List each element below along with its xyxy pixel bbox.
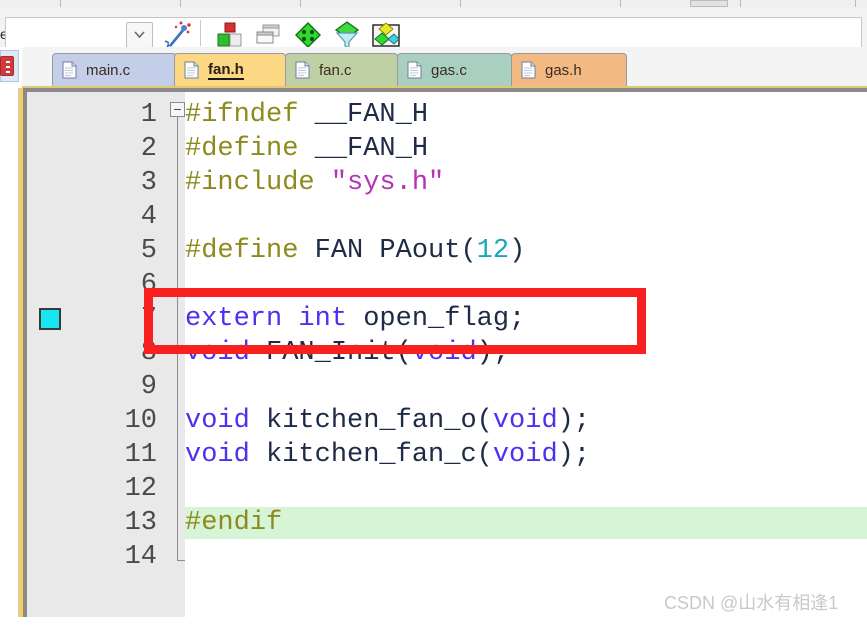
code-line[interactable]: void kitchen_fan_o(void); xyxy=(185,404,590,438)
line-number: 4 xyxy=(140,202,157,232)
editor-tab-label: gas.c xyxy=(431,61,467,79)
line-number-column: 1 2 3 4 5 6 7 8 9 10 11 12 13 14 xyxy=(61,92,165,625)
code-token-pre: #include xyxy=(185,168,331,198)
code-line[interactable]: #endif xyxy=(185,506,282,540)
code-token-id: __FAN_H xyxy=(314,134,429,164)
code-token-kw: void xyxy=(492,406,558,436)
line-number: 14 xyxy=(124,542,157,572)
code-token-punct: ( xyxy=(476,406,493,436)
editor-tab-label: gas.h xyxy=(545,61,582,79)
editor-tab-label: fan.h xyxy=(208,60,244,80)
code-line[interactable]: #define __FAN_H xyxy=(185,132,428,166)
editor-tab-fan-c[interactable]: fan.c xyxy=(285,53,398,86)
editor-gutter: 1 2 3 4 5 6 7 8 9 10 11 12 13 14 xyxy=(27,92,185,625)
code-token-str: "sys.h" xyxy=(330,168,445,198)
code-line[interactable]: #ifndef __FAN_H xyxy=(185,98,428,132)
file-icon xyxy=(184,61,199,79)
code-token-punct: ) xyxy=(509,236,526,266)
code-token-kw: void xyxy=(492,440,558,470)
editor-tab-bar: main.c fan.h fan.c gas.c gas.h xyxy=(22,47,867,92)
bottom-edge-fill xyxy=(0,617,867,625)
line-number: 10 xyxy=(124,406,157,436)
left-rail-panel xyxy=(0,88,19,625)
code-token-kw: void xyxy=(185,440,267,470)
editor-tab-gas-h[interactable]: gas.h xyxy=(511,53,627,86)
chevron-down-icon[interactable] xyxy=(126,22,153,48)
code-token-kw: void xyxy=(185,406,267,436)
code-line[interactable]: #define FAN PAout(12) xyxy=(185,234,525,268)
code-token-id: kitchen_fan_c xyxy=(266,440,477,470)
code-token-id: FAN PAout xyxy=(314,236,461,266)
code-token-num: 12 xyxy=(476,236,510,266)
line-number: 1 xyxy=(140,100,157,130)
code-line[interactable]: #include "sys.h" xyxy=(185,166,444,200)
code-token-pre: #define xyxy=(185,236,315,266)
editor-tab-gas-c[interactable]: gas.c xyxy=(397,53,512,86)
code-text-area[interactable]: #ifndef __FAN_H #define __FAN_H #include "… xyxy=(185,92,867,625)
bookmark-marker-icon[interactable] xyxy=(39,308,61,330)
toolbar: e xyxy=(0,8,867,54)
code-token-pre: #endif xyxy=(185,508,283,538)
code-token-punct: ); xyxy=(557,440,591,470)
editor-tab-label: fan.c xyxy=(319,61,352,79)
code-token-pre: #ifndef xyxy=(185,100,315,130)
code-editor: 1 2 3 4 5 6 7 8 9 10 11 12 13 14 #ifndef __FAN_H #defi… xyxy=(19,88,867,625)
editor-tab-main-c[interactable]: main.c xyxy=(52,53,177,86)
line-number: 9 xyxy=(140,372,157,402)
line-number: 13 xyxy=(124,508,157,538)
editor-tab-label: main.c xyxy=(86,61,131,79)
file-icon xyxy=(521,61,536,79)
file-icon xyxy=(407,61,422,79)
current-line-highlight xyxy=(185,507,867,539)
code-token-punct: ( xyxy=(460,236,477,266)
fold-end-bracket xyxy=(177,560,185,561)
top-ruler-strip xyxy=(0,0,867,8)
line-number: 5 xyxy=(140,236,157,266)
code-line[interactable]: void kitchen_fan_c(void); xyxy=(185,438,590,472)
code-token-id: __FAN_H xyxy=(314,100,429,130)
line-number: 12 xyxy=(124,474,157,504)
breakpoint-marker-column[interactable] xyxy=(27,92,61,625)
file-icon xyxy=(62,61,77,79)
code-token-punct: ( xyxy=(476,440,493,470)
line-number: 3 xyxy=(140,168,157,198)
line-number: 2 xyxy=(140,134,157,164)
file-icon xyxy=(295,61,310,79)
editor-tab-fan-h[interactable]: fan.h xyxy=(174,53,286,86)
code-token-pre: #define xyxy=(185,134,315,164)
fold-collapse-icon[interactable] xyxy=(170,102,185,117)
code-token-id: kitchen_fan_o xyxy=(266,406,477,436)
stop-icon[interactable] xyxy=(0,56,14,76)
toolbar-separator xyxy=(200,20,201,46)
line-number: 11 xyxy=(124,440,157,470)
watermark-text: CSDN @山水有相逢1 xyxy=(664,593,839,613)
red-highlight-rectangle xyxy=(144,288,646,354)
code-token-punct: ); xyxy=(557,406,591,436)
application-window: e main.c fan.h fan.c gas.c gas.h 1 2 3 4… xyxy=(0,0,867,625)
